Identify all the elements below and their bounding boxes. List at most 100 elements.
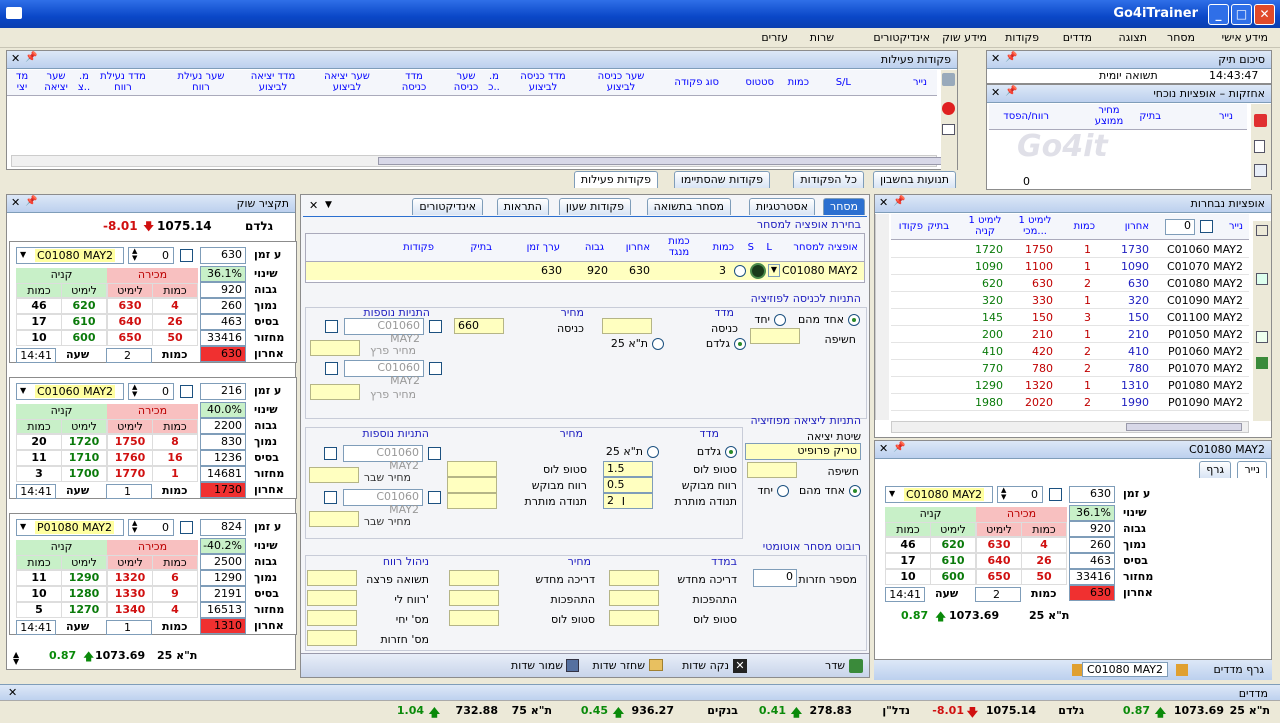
book-cell[interactable]: 620 xyxy=(930,537,976,553)
tab-index-chart[interactable]: גרף מדדים xyxy=(1213,663,1264,676)
col-header[interactable]: נייר xyxy=(913,77,927,88)
col-header[interactable]: מ. צ.. xyxy=(77,71,91,93)
book-cell[interactable]: 1710 xyxy=(61,450,107,466)
col-header[interactable]: פקודות xyxy=(403,242,434,253)
book-cell[interactable]: 17 xyxy=(885,553,931,569)
break-price-input[interactable] xyxy=(309,511,359,527)
chevron-down-icon[interactable]: ▼ xyxy=(889,489,895,498)
col-header[interactable]: S/L xyxy=(836,77,851,88)
short-radio[interactable] xyxy=(734,265,746,277)
book-cell[interactable]: 1270 xyxy=(61,602,107,618)
table-row[interactable]: P01090 MAY2 1990 2 2020 1980 xyxy=(891,394,1249,411)
col-header[interactable]: אופציה למסחר xyxy=(793,242,858,253)
book-cell[interactable]: 4 xyxy=(1021,537,1067,553)
col-header[interactable]: מדד כניסה xyxy=(399,71,429,93)
col-header[interactable]: כמות xyxy=(713,242,734,253)
exit-method-select[interactable]: טריק פרופיט xyxy=(745,443,861,460)
robot-price-reverse-input[interactable] xyxy=(449,590,499,606)
tab-security[interactable]: נייר xyxy=(1237,461,1267,478)
book-cell[interactable]: 610 xyxy=(930,553,976,569)
book-cell[interactable]: 16 xyxy=(152,450,198,466)
book-cell[interactable]: 610 xyxy=(61,314,107,330)
col-header[interactable]: שער כניסה לביצוע xyxy=(591,71,651,93)
dropdown-arrow-icon[interactable]: ▼ xyxy=(768,264,780,277)
watch-checkbox[interactable] xyxy=(1049,488,1062,501)
menu-personal[interactable]: מידע אישי xyxy=(1222,31,1268,44)
book-cell[interactable]: 600 xyxy=(930,569,976,585)
col-header[interactable]: כמות xyxy=(1074,221,1095,232)
col-header[interactable]: ערך זמן xyxy=(527,242,560,253)
entry-index-input[interactable] xyxy=(602,318,652,334)
book-cell[interactable]: 1700 xyxy=(61,466,107,482)
watch-checkbox[interactable] xyxy=(180,249,193,262)
col-header[interactable]: גבוה xyxy=(585,242,604,253)
exit-together-radio[interactable] xyxy=(777,485,789,497)
cond-checkbox[interactable] xyxy=(325,362,338,375)
tab-yield-trade[interactable]: מסחר בתשואה xyxy=(646,198,731,215)
robot-reentry-input[interactable] xyxy=(609,570,659,586)
break-price-input[interactable] xyxy=(310,384,360,400)
pin-icon[interactable]: 📌 xyxy=(25,52,37,63)
menu-tools[interactable]: עזרים xyxy=(761,31,788,44)
watch-checkbox[interactable] xyxy=(180,521,193,534)
robot-price-reentry-input[interactable] xyxy=(449,570,499,586)
col-header[interactable]: בתיק xyxy=(927,221,949,232)
close-icon[interactable]: ✕ xyxy=(11,196,20,209)
table-row[interactable]: P01060 MAY2 410 2 420 410 xyxy=(891,343,1249,360)
book-cell[interactable]: 600 xyxy=(61,330,107,346)
close-icon[interactable]: ✕ xyxy=(11,52,20,65)
tab-active-orders[interactable]: פקודות פעילות xyxy=(573,171,658,188)
book-cell[interactable]: 9 xyxy=(152,586,198,602)
table-row[interactable]: P01070 MAY2 780 2 780 770 xyxy=(891,360,1249,377)
menu-market[interactable]: מידע שוק xyxy=(942,31,987,44)
book-cell[interactable]: 4 xyxy=(152,298,198,314)
chevron-down-icon[interactable]: ▼ xyxy=(20,250,26,259)
book-cell[interactable]: 1280 xyxy=(61,586,107,602)
excel-icon[interactable] xyxy=(1256,357,1268,369)
col-header[interactable]: סטטוס xyxy=(745,77,774,88)
col-header[interactable]: אחרון xyxy=(626,242,650,253)
col-header[interactable]: אחרון xyxy=(1125,221,1149,232)
book-cell[interactable]: 50 xyxy=(1021,569,1067,585)
tab-instrument[interactable]: C01080 MAY2 xyxy=(1081,662,1168,677)
target-profit-input[interactable]: 0.5 xyxy=(603,477,653,493)
entry-price-input[interactable]: 660 xyxy=(454,318,504,334)
col-header[interactable]: שער יציאה לביצוע xyxy=(317,71,377,93)
pin-icon[interactable]: 📌 xyxy=(1005,52,1017,63)
grid-icon[interactable] xyxy=(942,124,955,135)
table-row[interactable]: C01100 MAY2 150 3 150 145 xyxy=(891,309,1249,326)
table-row[interactable]: P01080 MAY2 1310 1 1320 1290 xyxy=(891,377,1249,394)
chevron-down-icon[interactable]: ▼ xyxy=(325,200,332,210)
add-icon[interactable] xyxy=(1256,273,1268,285)
long-toggle[interactable] xyxy=(750,263,766,279)
qty-spinner[interactable]: ▲ ▼ 0 xyxy=(128,383,174,400)
horizontal-scrollbar[interactable] xyxy=(891,421,1249,433)
col-header[interactable]: כמות xyxy=(788,77,809,88)
close-icon[interactable]: ✕ xyxy=(8,686,17,699)
book-cell[interactable]: 11 xyxy=(16,570,62,586)
grid-icon[interactable] xyxy=(1256,225,1268,236)
book-cell[interactable]: 4 xyxy=(152,602,198,618)
cond-checkbox[interactable] xyxy=(325,320,338,333)
maximize-button[interactable]: □ xyxy=(1231,4,1252,25)
robot-reverse-input[interactable] xyxy=(609,590,659,606)
book-cell[interactable]: 1770 xyxy=(107,466,153,482)
qty-spinner[interactable]: ▲ ▼ 0 xyxy=(997,486,1043,503)
col-header[interactable]: לימיט 1 מכי... xyxy=(1015,215,1055,237)
tab-all-orders[interactable]: כל הפקודות xyxy=(793,171,864,188)
delete-icon[interactable] xyxy=(942,102,955,115)
tab-trade[interactable]: מסחר xyxy=(822,198,865,215)
col-header[interactable]: שער נעילת רווח xyxy=(171,71,231,93)
horizontal-scrollbar[interactable] xyxy=(11,155,948,167)
spinner-icon[interactable]: ▲ ▼ xyxy=(13,651,19,666)
qty-spinner[interactable]: 0 xyxy=(1165,219,1195,235)
col-header[interactable]: מד יצי xyxy=(11,71,33,93)
symbol-select[interactable]: ▼ C01080 MAY2 xyxy=(885,486,993,503)
table-row[interactable]: C01060 MAY2 1730 1 1750 1720 xyxy=(891,241,1249,258)
book-cell[interactable]: 3 xyxy=(16,466,62,482)
exit-exposure-input[interactable] xyxy=(747,462,797,478)
cond-checkbox[interactable] xyxy=(324,447,337,460)
chart-icon[interactable] xyxy=(1256,331,1268,343)
col-header[interactable]: בתיק xyxy=(1139,111,1161,122)
tab-clock-orders[interactable]: פקודות שעון xyxy=(558,198,631,215)
